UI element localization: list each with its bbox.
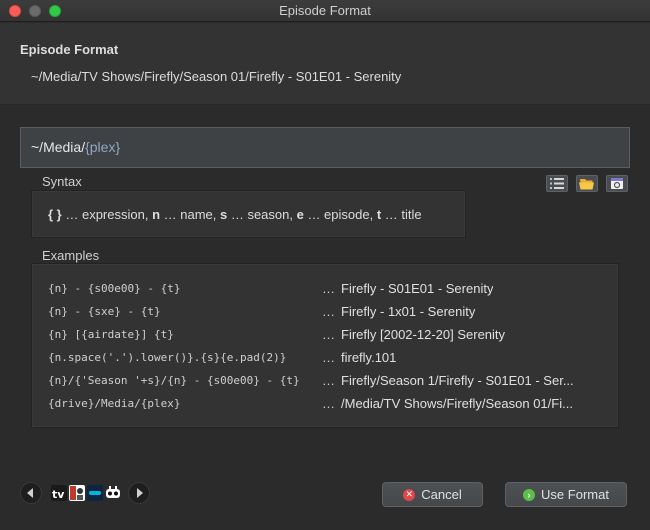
example-result: firefly.101 bbox=[341, 350, 397, 365]
format-prefix: ~/Media/ bbox=[31, 139, 86, 155]
header-panel: Episode Format ~/Media/TV Shows/Firefly/… bbox=[0, 23, 650, 105]
syntax-desc: … name, bbox=[160, 207, 220, 222]
cancel-button[interactable]: ✕ Cancel bbox=[382, 482, 483, 507]
format-preview: ~/Media/TV Shows/Firefly/Season 01/Firef… bbox=[31, 69, 402, 84]
example-result: Firefly/Season 1/Firefly - S01E01 - Ser.… bbox=[341, 373, 574, 388]
example-row[interactable]: {n} - {sxe} - {t} … Firefly - 1x01 - Ser… bbox=[32, 301, 618, 324]
ok-icon: › bbox=[523, 488, 536, 501]
use-format-label: Use Format bbox=[541, 487, 609, 502]
folder-open-icon[interactable] bbox=[576, 175, 598, 192]
syntax-help: { } … expression, n … name, s … season, … bbox=[31, 190, 466, 238]
example-code: {drive}/Media/{plex} bbox=[48, 397, 181, 410]
previous-button[interactable] bbox=[20, 482, 42, 504]
example-code: {n}/{'Season '+s}/{n} - {s00e00} - {t} bbox=[48, 374, 300, 387]
example-result: Firefly [2002-12-20] Serenity bbox=[341, 327, 506, 342]
example-row[interactable]: {n} - {s00e00} - {t} … Firefly - S01E01 … bbox=[32, 278, 618, 301]
example-row[interactable]: {n}/{'Season '+s}/{n} - {s00e00} - {t} …… bbox=[32, 370, 618, 393]
example-separator: … bbox=[322, 373, 335, 388]
syntax-desc: … season, bbox=[227, 207, 297, 222]
example-result: Firefly - S01E01 - Serenity bbox=[341, 281, 494, 296]
example-separator: … bbox=[322, 327, 335, 342]
window-minimize-button[interactable] bbox=[29, 5, 41, 17]
example-result: Firefly - 1x01 - Serenity bbox=[341, 304, 476, 319]
robot-source-icon[interactable] bbox=[105, 485, 121, 501]
list-icon[interactable] bbox=[546, 175, 568, 192]
syntax-key: n bbox=[152, 207, 161, 222]
example-separator: … bbox=[322, 350, 335, 365]
chevron-right-icon bbox=[137, 488, 143, 498]
format-preset-icon[interactable] bbox=[606, 175, 628, 192]
syntax-label: Syntax bbox=[42, 174, 82, 189]
example-row[interactable]: {n.space('.').lower()}.{s}{e.pad(2)} … f… bbox=[32, 347, 618, 370]
window-title: Episode Format bbox=[279, 3, 371, 18]
anime-source-icon[interactable] bbox=[69, 485, 85, 501]
chevron-left-icon bbox=[27, 488, 33, 498]
example-separator: … bbox=[322, 396, 335, 411]
syntax-desc: … title bbox=[381, 207, 422, 222]
syntax-desc: … episode, bbox=[303, 207, 377, 222]
syntax-desc: … expression, bbox=[61, 207, 153, 222]
example-result: /Media/TV Shows/Firefly/Season 01/Fi... bbox=[341, 396, 573, 411]
example-code: {n} [{airdate}] {t} bbox=[48, 328, 174, 341]
cancel-label: Cancel bbox=[421, 487, 462, 502]
tv-source-icon[interactable]: tv bbox=[51, 485, 67, 501]
examples-list: {n} - {s00e00} - {t} … Firefly - S01E01 … bbox=[31, 263, 619, 428]
format-input[interactable]: ~/Media/{plex} bbox=[20, 127, 630, 168]
example-row[interactable]: {drive}/Media/{plex} … /Media/TV Shows/F… bbox=[32, 393, 618, 416]
cancel-icon: ✕ bbox=[403, 488, 416, 501]
header-title: Episode Format bbox=[20, 42, 119, 57]
use-format-button[interactable]: › Use Format bbox=[505, 482, 627, 507]
next-button[interactable] bbox=[128, 482, 150, 504]
format-expression: {plex} bbox=[85, 139, 121, 155]
tmdb-source-icon[interactable] bbox=[87, 485, 103, 501]
title-bar: Episode Format bbox=[0, 0, 650, 22]
example-code: {n.space('.').lower()}.{s}{e.pad(2)} bbox=[48, 351, 287, 364]
example-separator: … bbox=[322, 281, 335, 296]
example-code: {n} - {s00e00} - {t} bbox=[48, 282, 181, 295]
example-separator: … bbox=[322, 304, 335, 319]
svg-text:tv: tv bbox=[52, 488, 65, 501]
examples-label: Examples bbox=[42, 248, 100, 263]
window-zoom-button[interactable] bbox=[49, 5, 61, 17]
example-row[interactable]: {n} [{airdate}] {t} … Firefly [2002-12-2… bbox=[32, 324, 618, 347]
syntax-key: e bbox=[296, 207, 304, 222]
example-code: {n} - {sxe} - {t} bbox=[48, 305, 161, 318]
syntax-key: { } bbox=[48, 207, 62, 222]
window-close-button[interactable] bbox=[9, 5, 21, 17]
